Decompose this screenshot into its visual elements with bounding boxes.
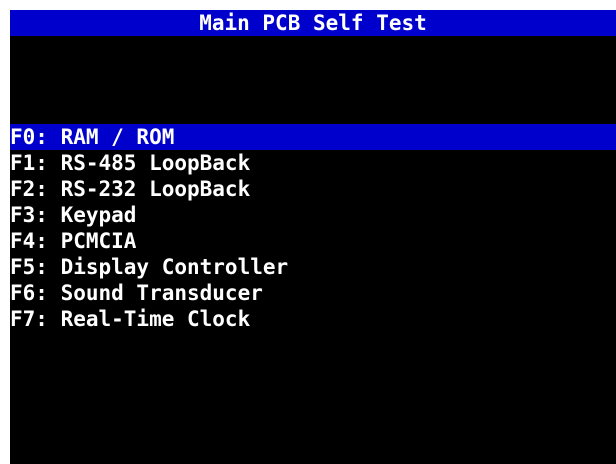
menu-item-pcmcia[interactable]: F4: PCMCIA	[10, 228, 616, 254]
menu-item-keypad[interactable]: F3: Keypad	[10, 202, 616, 228]
page-title: Main PCB Self Test	[10, 10, 616, 36]
menu-item-rs232-loopback[interactable]: F2: RS-232 LoopBack	[10, 176, 616, 202]
test-menu: F0: RAM / ROM F1: RS-485 LoopBack F2: RS…	[10, 124, 616, 332]
terminal-screen: Main PCB Self Test F0: RAM / ROM F1: RS-…	[10, 10, 616, 464]
menu-item-display-controller[interactable]: F5: Display Controller	[10, 254, 616, 280]
menu-item-real-time-clock[interactable]: F7: Real-Time Clock	[10, 306, 616, 332]
menu-item-ram-rom[interactable]: F0: RAM / ROM	[10, 124, 616, 150]
menu-item-rs485-loopback[interactable]: F1: RS-485 LoopBack	[10, 150, 616, 176]
menu-item-sound-transducer[interactable]: F6: Sound Transducer	[10, 280, 616, 306]
